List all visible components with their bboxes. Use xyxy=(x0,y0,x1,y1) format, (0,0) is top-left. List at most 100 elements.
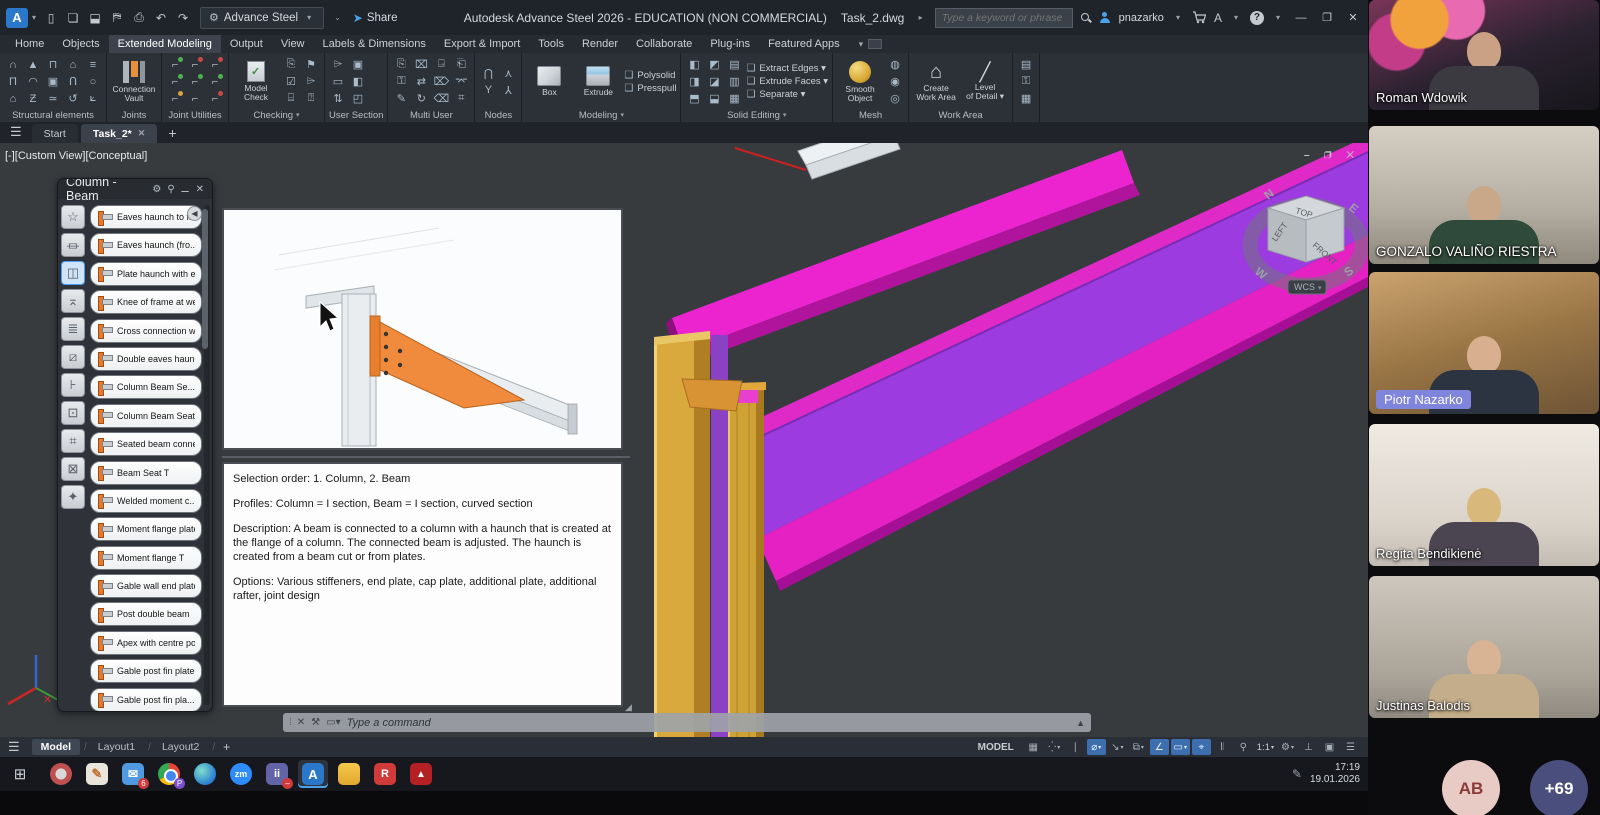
palette-category-9[interactable]: ⊠ xyxy=(61,457,85,481)
connection-item-column-beam-seat-t[interactable]: Column Beam Seat T xyxy=(90,404,202,428)
ribbon-group-label[interactable]: Solid Editing▾ xyxy=(685,108,828,122)
ribbon-small-icon[interactable]: ⌐ xyxy=(166,90,184,107)
ribbon-small-icon[interactable]: ◎ xyxy=(886,90,904,107)
scrollbar-track[interactable] xyxy=(204,205,210,705)
ribbon-tab-tools[interactable]: Tools xyxy=(529,35,573,53)
ribbon-small-icon[interactable]: ⚿ xyxy=(392,73,410,90)
ribbon-small-icon[interactable]: ⚑ xyxy=(302,56,320,73)
ribbon-tab-plug-ins[interactable]: Plug-ins xyxy=(701,35,759,53)
gear-icon[interactable]: ⚙ xyxy=(152,184,161,195)
palette-category-3[interactable]: ⌅ xyxy=(61,289,85,313)
search-input[interactable] xyxy=(942,12,1066,24)
snap-mode-icon[interactable]: ⁛▾ xyxy=(1045,739,1064,755)
help-search[interactable] xyxy=(935,8,1073,28)
infer-constraints-icon[interactable]: ∣ xyxy=(1066,739,1085,755)
ribbon-small-icon[interactable]: Y xyxy=(479,82,497,99)
workspace-selector[interactable]: ⚙ Advance Steel ▾ xyxy=(200,7,324,29)
ribbon-small-icon[interactable]: ◧ xyxy=(349,73,367,90)
close-icon[interactable]: ✕ xyxy=(196,184,204,195)
ribbon-tab-featured-apps[interactable]: Featured Apps xyxy=(759,35,849,53)
palette-title-bar[interactable]: Column - Beam ⚙ ⚲ ⚊ ✕ xyxy=(58,179,212,199)
ribbon-group-label[interactable]: Joint Utilities xyxy=(166,108,224,122)
file-tab-start[interactable]: Start xyxy=(32,124,78,143)
palette-category-10[interactable]: ✦ xyxy=(61,485,85,509)
connection-item-seated-beam-connection[interactable]: Seated beam connection xyxy=(90,432,202,456)
connection-item-beam-seat-t[interactable]: Beam Seat T xyxy=(90,461,202,485)
object-snap-icon[interactable]: ▭▾ xyxy=(1171,739,1190,755)
ribbon-group-label[interactable]: Mesh xyxy=(837,108,904,122)
close-button[interactable]: ✕ xyxy=(1344,11,1362,24)
connection-item-eaves-haunch-fro[interactable]: Eaves haunch (fro... xyxy=(90,233,202,257)
ribbon-button-level-of-detail[interactable]: ╱Level of Detail ▾ xyxy=(962,63,1008,101)
ribbon-small-icon[interactable]: ▥ xyxy=(725,73,743,90)
customize-wrench-icon[interactable]: ⚒ xyxy=(311,717,320,728)
ribbon-small-icon[interactable]: ⌸ xyxy=(282,90,300,107)
file-tab-menu-icon[interactable]: ☰ xyxy=(4,124,32,143)
r-app-icon[interactable]: R xyxy=(370,760,400,788)
pen-icon[interactable]: ✎ xyxy=(1292,767,1302,781)
panel-splitter[interactable] xyxy=(222,456,630,458)
command-line[interactable]: ⁞ ✕ ⚒ ▭▾ Type a command ▲ xyxy=(283,713,1091,732)
ribbon-button-separate[interactable]: ❑Separate ▾ xyxy=(746,89,828,100)
drag-handle-icon[interactable]: ⁞ xyxy=(289,717,291,728)
print-icon[interactable]: ⎙ xyxy=(129,8,149,28)
customize-icon[interactable]: ☰ xyxy=(1341,739,1360,755)
ribbon-tab-collaborate[interactable]: Collaborate xyxy=(627,35,701,53)
ribbon-button-extrude[interactable]: Extrude xyxy=(575,66,621,97)
capture-app-icon[interactable] xyxy=(46,760,76,788)
ribbon-group-label[interactable]: Work Area xyxy=(913,108,1008,122)
ribbon-small-icon[interactable]: ⌲ xyxy=(329,56,347,73)
ribbon-small-icon[interactable]: ↻ xyxy=(412,90,430,107)
ribbon-small-icon[interactable]: ◍ xyxy=(886,56,904,73)
ribbon-small-icon[interactable]: ⌐ xyxy=(186,90,204,107)
ribbon-small-icon[interactable]: ∩ xyxy=(4,56,22,73)
expand-history-icon[interactable]: ▲ xyxy=(1076,718,1085,728)
collapse-icon[interactable]: ▸ xyxy=(919,13,923,22)
layout-tab-layout1[interactable]: Layout1 xyxy=(89,739,144,755)
zoom-icon[interactable]: zm xyxy=(226,760,256,788)
ribbon-small-icon[interactable]: ⌲ xyxy=(302,73,320,90)
layout-tab-layout2[interactable]: Layout2 xyxy=(153,739,208,755)
ribbon-small-icon[interactable]: ⎘ xyxy=(282,56,300,73)
ribbon-small-icon[interactable]: ⌂ xyxy=(64,56,82,73)
ribbon-small-icon[interactable]: ⬒ xyxy=(685,90,703,107)
ribbon-small-icon[interactable]: ⋂ xyxy=(479,65,497,82)
model-space-label[interactable]: MODEL xyxy=(978,742,1014,753)
ribbon-small-icon[interactable]: Ո xyxy=(64,73,82,90)
participant-tile-piotr[interactable]: Piotr Nazarko xyxy=(1369,272,1599,414)
participant-tile-roman[interactable]: Roman Wdowik xyxy=(1369,0,1599,110)
connection-item-knee-of-frame-at-we[interactable]: Knee of frame at we... xyxy=(90,290,202,314)
connection-item-gable-post-fin-plate-wi[interactable]: Gable post fin plate wi... xyxy=(90,659,202,683)
connection-item-moment-flange-t[interactable]: Moment flange T xyxy=(90,546,202,570)
isolate-objects-icon[interactable]: ⊥ xyxy=(1299,739,1318,755)
connection-item-eaves-haunch-to-flange[interactable]: Eaves haunch to flange xyxy=(90,205,202,229)
save-as-icon[interactable]: ⛿ xyxy=(107,8,127,28)
ribbon-button-smooth-object[interactable]: Smooth Object xyxy=(837,61,883,103)
ribbon-button-connection-vault[interactable]: Connection Vault xyxy=(111,61,157,103)
connection-item-cross-connection-wi[interactable]: Cross connection wi... xyxy=(90,319,202,343)
ribbon-small-icon[interactable]: ⌫ xyxy=(432,90,450,107)
selection-cycling-icon[interactable]: ⚲ xyxy=(1234,739,1253,755)
ribbon-tab-objects[interactable]: Objects xyxy=(53,35,108,53)
signed-in-user[interactable]: pnazarko xyxy=(1119,12,1164,24)
save-icon[interactable]: ⬓ xyxy=(85,8,105,28)
ribbon-tab-export-import[interactable]: Export & Import xyxy=(435,35,529,53)
ribbon-button-presspull[interactable]: ❑Presspull xyxy=(624,83,676,94)
ribbon-small-icon[interactable]: ≡ xyxy=(84,56,102,73)
ribbon-button-box[interactable]: Box xyxy=(526,66,572,97)
start-button[interactable]: ⊞ xyxy=(8,762,32,786)
minimize-button[interactable]: — xyxy=(1292,12,1310,24)
isodraft-icon[interactable]: ⧉▾ xyxy=(1129,739,1148,755)
app-menu-button[interactable]: A xyxy=(6,8,28,28)
connection-item-gable-wall-end-plate[interactable]: Gable wall end plate xyxy=(90,574,202,598)
ribbon-group-label[interactable]: Nodes xyxy=(479,108,517,122)
ribbon-small-icon[interactable]: ▦ xyxy=(725,90,743,107)
app-menu-caret-icon[interactable]: ▾ xyxy=(32,13,36,22)
ribbon-group-label[interactable]: Checking▾ xyxy=(233,108,320,122)
ribbon-small-icon[interactable]: ≃ xyxy=(44,90,62,107)
ribbon-small-icon[interactable]: ↺ xyxy=(64,90,82,107)
annotation-scale[interactable]: 1:1▾ xyxy=(1255,739,1276,755)
connection-item-moment-flange-plates[interactable]: Moment flange plates xyxy=(90,517,202,541)
ribbon-small-icon[interactable]: ⌐ xyxy=(206,56,224,73)
viewport-window-controls[interactable]: ⎯ ❐ ✕ xyxy=(1304,150,1360,161)
